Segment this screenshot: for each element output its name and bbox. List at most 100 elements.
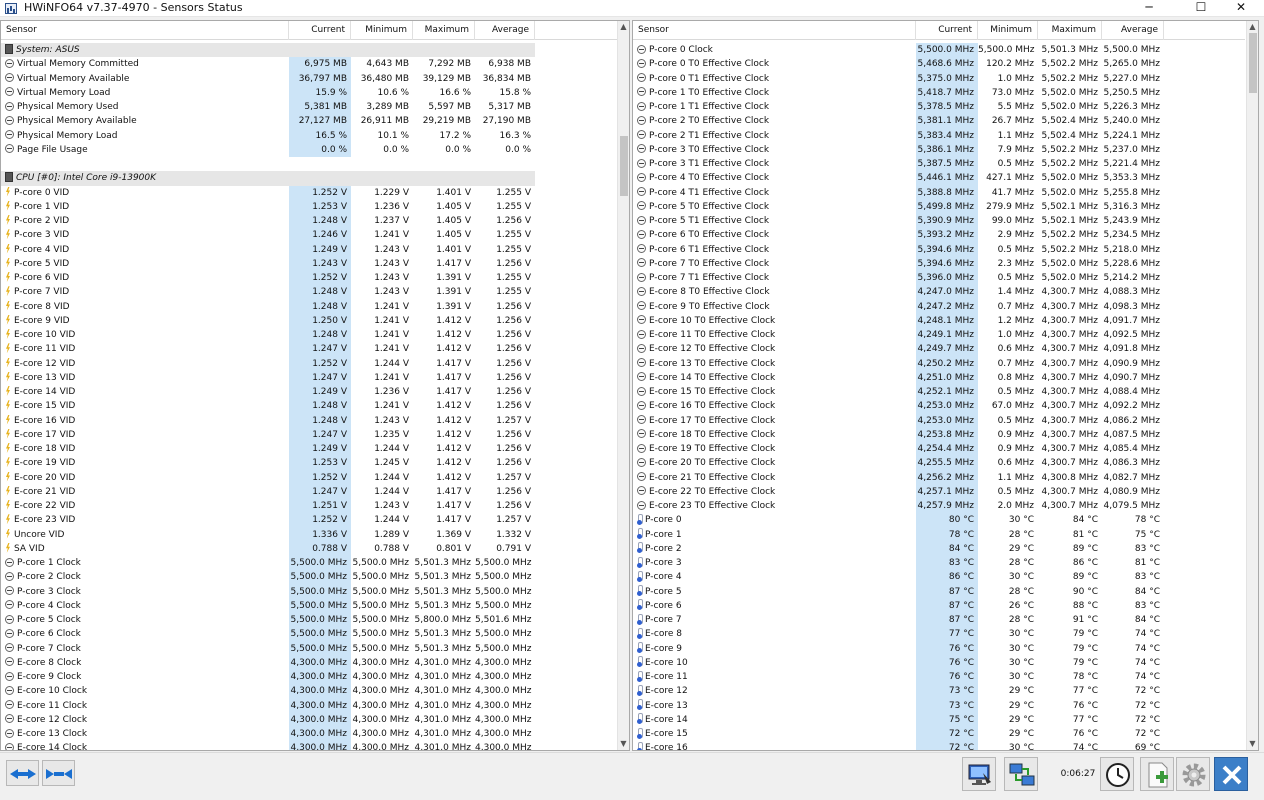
sensor-row[interactable]: E-core 17 VID 1.247 V 1.235 V 1.412 V 1.256 … [1, 427, 535, 442]
sensor-row[interactable]: E-core 11 VID 1.247 V 1.241 V 1.412 V 1.256 … [1, 342, 535, 357]
sensor-row[interactable]: P-core 6 Clock 5,500.0 MHz 5,500.0 MHz 5,50… [1, 627, 535, 642]
collapse-columns-button[interactable] [42, 760, 75, 786]
value-current: 5,387.5 MHz [916, 157, 978, 172]
minimize-button[interactable]: ─ [1126, 0, 1172, 17]
header-maximum[interactable]: Maximum [1038, 21, 1102, 40]
scroll-thumb[interactable] [1249, 33, 1257, 93]
sensor-row[interactable]: E-core 23 VID 1.252 V 1.244 V 1.417 V 1.257 … [1, 513, 535, 528]
settings-button[interactable] [1176, 757, 1210, 791]
sensor-name: Physical Memory Load [1, 129, 289, 143]
sensor-row[interactable]: Virtual Memory Committed 6,975 MB 4,643 MB… [1, 57, 535, 72]
sensor-row[interactable]: E-core 19 VID 1.253 V 1.245 V 1.412 V 1.256 … [1, 456, 535, 471]
sensor-row[interactable]: P-core 7 Clock 5,500.0 MHz 5,500.0 MHz 5,50… [1, 641, 535, 656]
sensor-row[interactable]: P-core 6 VID 1.252 V 1.243 V 1.391 V 1.255 V [1, 271, 535, 286]
sensor-name: E-core 18 T0 Effective Clock [633, 428, 916, 442]
value-minimum: 1.244 V [374, 358, 409, 369]
sensor-row[interactable]: Uncore VID 1.336 V 1.289 V 1.369 V 1.332 V [1, 527, 535, 542]
sensor-row[interactable]: P-core 1 Clock 5,500.0 MHz 5,500.0 MHz 5,50… [1, 556, 535, 571]
sensor-row[interactable]: P-core 4 Clock 5,500.0 MHz 5,500.0 MHz 5,50… [1, 598, 535, 613]
sensor-row[interactable]: P-core 5 VID 1.243 V 1.243 V 1.417 V 1.256 V [1, 256, 535, 271]
value-average: 1.255 V [496, 230, 531, 241]
value-maximum: 1.412 V [436, 344, 471, 355]
sensor-name: P-core 1 T0 Effective Clock [633, 86, 916, 100]
header-minimum[interactable]: Minimum [978, 21, 1038, 40]
right-scrollbar[interactable]: ▲ ▼ [1246, 21, 1258, 750]
right-sensor-pane[interactable]: Sensor Current Minimum Maximum Average P… [632, 20, 1259, 751]
left-sensor-pane[interactable]: Sensor Current Minimum Maximum Average S… [0, 20, 630, 751]
sensor-row[interactable]: E-core 21 VID 1.247 V 1.244 V 1.417 V 1.256 … [1, 484, 535, 499]
header-minimum[interactable]: Minimum [351, 21, 413, 40]
sensor-row[interactable]: P-core 2 Clock 5,500.0 MHz 5,500.0 MHz 5,50… [1, 570, 535, 585]
sensor-row[interactable]: E-core 18 VID 1.249 V 1.244 V 1.412 V 1.256 … [1, 442, 535, 457]
value-average: 72 °C [1134, 686, 1160, 697]
value-current: 5,378.5 MHz [916, 100, 978, 115]
sensor-row[interactable]: SA VID 0.788 V 0.788 V 0.801 V 0.791 V [1, 541, 535, 556]
sensor-row[interactable]: E-core 12 VID 1.252 V 1.244 V 1.417 V 1.256 … [1, 356, 535, 371]
sensor-row[interactable]: E-core 10 VID 1.248 V 1.241 V 1.412 V 1.256 … [1, 328, 535, 343]
sensor-row[interactable]: E-core 8 VID 1.248 V 1.241 V 1.391 V 1.256 V [1, 299, 535, 314]
value-maximum: 1.391 V [436, 273, 471, 283]
expand-columns-button[interactable] [6, 760, 39, 786]
sensor-row[interactable]: Physical Memory Available 27,127 MB 26,911… [1, 114, 535, 129]
sensor-row[interactable]: P-core 2 VID 1.248 V 1.237 V 1.405 V 1.256 V [1, 214, 535, 229]
reset-timer-button[interactable] [1100, 757, 1134, 791]
sensor-row[interactable]: Page File Usage 0.0 % 0.0 % 0.0 % 0.0 % [1, 142, 535, 157]
header-sensor[interactable]: Sensor [633, 21, 916, 40]
sensor-row[interactable]: Virtual Memory Available 36,797 MB 36,480 … [1, 71, 535, 86]
value-minimum: 0.5 MHz [997, 159, 1034, 169]
sensor-row[interactable]: E-core 14 Clock 4,300.0 MHz 4,300.0 MHz 4,3… [1, 741, 535, 750]
sensor-row[interactable]: E-core 12 Clock 4,300.0 MHz 4,300.0 MHz 4,3… [1, 712, 535, 727]
sensor-group-header[interactable]: CPU [#0]: Intel Core i9-13900K [1, 171, 535, 186]
scroll-up-icon[interactable]: ▲ [618, 21, 629, 33]
sensor-label: E-core 23 VID [14, 515, 76, 526]
sensor-row[interactable]: E-core 13 Clock 4,300.0 MHz 4,300.0 MHz 4,3… [1, 727, 535, 742]
scroll-down-icon[interactable]: ▼ [1247, 738, 1258, 750]
sensor-label: E-core 22 VID [14, 501, 76, 511]
sensor-row[interactable]: P-core 3 VID 1.246 V 1.241 V 1.405 V 1.255 V [1, 228, 535, 243]
report-button[interactable] [962, 757, 996, 791]
sensor-row[interactable]: P-core 7 VID 1.248 V 1.243 V 1.391 V 1.255 V [1, 285, 535, 300]
left-scrollbar[interactable]: ▲ ▼ [617, 21, 629, 750]
sensor-row[interactable]: E-core 15 VID 1.248 V 1.241 V 1.412 V 1.256 … [1, 399, 535, 414]
header-current[interactable]: Current [289, 21, 351, 40]
sensor-row[interactable]: P-core 4 VID 1.249 V 1.243 V 1.401 V 1.255 V [1, 242, 535, 257]
network-button[interactable] [1004, 757, 1038, 791]
sensor-row[interactable]: E-core 20 VID 1.252 V 1.244 V 1.412 V 1.257 … [1, 470, 535, 485]
sensor-row[interactable]: E-core 13 VID 1.247 V 1.241 V 1.417 V 1.256 … [1, 370, 535, 385]
header-maximum[interactable]: Maximum [413, 21, 475, 40]
sensor-row[interactable]: P-core 5 Clock 5,500.0 MHz 5,500.0 MHz 5,80… [1, 613, 535, 628]
sensor-name: E-core 8 T0 Effective Clock [633, 285, 916, 299]
sensor-group-header[interactable]: System: ASUS [1, 43, 535, 58]
sensor-name: Physical Memory Used [1, 100, 289, 114]
sensor-row[interactable]: E-core 10 Clock 4,300.0 MHz 4,300.0 MHz 4,3… [1, 684, 535, 699]
sensor-row[interactable]: P-core 0 VID 1.252 V 1.229 V 1.401 V 1.255 V [1, 185, 535, 200]
sensor-row[interactable]: E-core 11 Clock 4,300.0 MHz 4,300.0 MHz 4,3… [1, 698, 535, 713]
value-average: 0.0 % [505, 144, 531, 155]
header-current[interactable]: Current [916, 21, 978, 40]
value-maximum: 1.417 V [436, 387, 471, 397]
value-average: 1.257 V [496, 515, 531, 526]
sensor-row[interactable]: E-core 9 Clock 4,300.0 MHz 4,300.0 MHz 4,30… [1, 670, 535, 685]
close-window-button[interactable]: ✕ [1218, 0, 1264, 17]
sensor-row[interactable]: Physical Memory Used 5,381 MB 3,289 MB 5,59… [1, 100, 535, 115]
logging-button[interactable] [1140, 757, 1174, 791]
sensor-row[interactable]: P-core 3 Clock 5,500.0 MHz 5,500.0 MHz 5,50… [1, 584, 535, 599]
therm-icon [637, 699, 643, 710]
close-sensors-button[interactable] [1214, 757, 1248, 791]
scroll-thumb[interactable] [620, 136, 628, 197]
sensor-row[interactable]: E-core 16 VID 1.248 V 1.243 V 1.412 V 1.257 … [1, 413, 535, 428]
header-sensor[interactable]: Sensor [1, 21, 289, 40]
sensor-row[interactable]: E-core 9 VID 1.250 V 1.241 V 1.412 V 1.256 V [1, 313, 535, 328]
header-average[interactable]: Average [475, 21, 535, 40]
sensor-row[interactable]: Virtual Memory Load 15.9 % 10.6 % 16.6 % 15.… [1, 85, 535, 100]
sensor-row[interactable]: E-core 14 VID 1.249 V 1.236 V 1.417 V 1.256 … [1, 385, 535, 400]
sensor-row[interactable]: Physical Memory Load 16.5 % 10.1 % 17.2 % 16… [1, 128, 535, 143]
volt-icon [5, 329, 11, 339]
value-maximum: 4,300.7 MHz [1041, 301, 1098, 312]
scroll-up-icon[interactable]: ▲ [1247, 21, 1258, 33]
sensor-row[interactable]: E-core 22 VID 1.251 V 1.243 V 1.417 V 1.256 … [1, 499, 535, 514]
header-average[interactable]: Average [1102, 21, 1164, 40]
scroll-down-icon[interactable]: ▼ [618, 738, 629, 750]
sensor-row[interactable]: P-core 1 VID 1.253 V 1.236 V 1.405 V 1.255 V [1, 199, 535, 214]
sensor-row[interactable]: E-core 8 Clock 4,300.0 MHz 4,300.0 MHz 4,30… [1, 655, 535, 670]
